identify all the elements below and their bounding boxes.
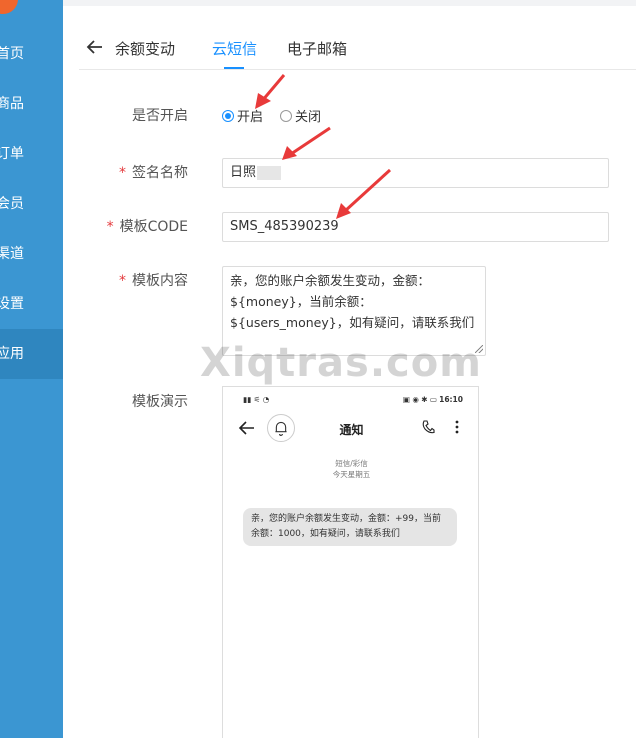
message-date: 今天星期五: [332, 470, 371, 479]
sidebar-item-label: 设置: [0, 296, 24, 312]
radio-dot: [280, 109, 292, 122]
sidebar-item-orders[interactable]: 订单: [0, 129, 63, 179]
signal-icon: ▮▮ ⚟ ◔: [243, 395, 270, 404]
label-text: 模板CODE: [119, 219, 188, 235]
sidebar-item-label: 首页: [0, 46, 24, 62]
phone-call-icon: [422, 420, 435, 434]
input-value: SMS_485390239: [230, 219, 339, 234]
sidebar: 首页 商品 订单 会员 渠道 设置 应用: [0, 0, 63, 738]
battery-icon: ▣ ◉ ✱ ▭: [402, 395, 437, 404]
top-strip: [63, 0, 636, 6]
sidebar-item-label: 会员: [0, 196, 24, 212]
template-code-label: * 模板CODE: [78, 216, 188, 236]
signature-input[interactable]: 日照: [222, 158, 609, 188]
phone-title: 通知: [339, 423, 364, 437]
radio-label: 开启: [237, 110, 264, 125]
phone-preview: ▮▮ ⚟ ◔ ▣ ◉ ✱ ▭ 16:10 通知 短信/彩信 今天星期五 亲，您的…: [222, 386, 479, 738]
template-code-input[interactable]: SMS_485390239: [222, 212, 609, 242]
required-mark: *: [106, 219, 114, 235]
radio-label: 关闭: [295, 110, 322, 125]
signature-label: * 签名名称: [78, 162, 188, 182]
page-header: 余额变动 云短信 电子邮箱: [79, 30, 636, 70]
sidebar-item-settings[interactable]: 设置: [0, 279, 63, 329]
annotation-arrow: [260, 74, 286, 102]
label-text: 签名名称: [132, 165, 188, 181]
annotation-arrow: [290, 126, 331, 156]
back-arrow-icon[interactable]: [85, 37, 105, 57]
more-icon: [455, 420, 459, 434]
radio-dot: [222, 109, 234, 122]
tab-sms[interactable]: 云短信: [212, 38, 257, 59]
status-time: 16:10: [439, 395, 463, 404]
watermark: Xiqtras.com: [200, 340, 482, 386]
sidebar-item-members[interactable]: 会员: [0, 179, 63, 229]
enable-label: 是否开启: [132, 108, 188, 124]
radio-enable-off[interactable]: 关闭: [280, 106, 321, 125]
input-value: 日照: [230, 165, 257, 180]
message-channel: 短信/彩信: [335, 459, 368, 468]
active-tab-indicator: [224, 67, 244, 69]
textarea-value: 亲，您的账户余额发生变动，金额：${money}，当前余额：${users_mo…: [230, 273, 475, 330]
radio-enable-on[interactable]: 开启: [222, 106, 263, 125]
preview-label: 模板演示: [132, 394, 188, 410]
page-title: 余额变动: [115, 40, 176, 58]
tab-email[interactable]: 电子邮箱: [287, 38, 347, 59]
sidebar-item-goods[interactable]: 商品: [0, 79, 63, 129]
message-bubble: 亲，您的账户余额发生变动，金额：+99，当前余额：1000，如有疑问，请联系我们: [243, 508, 457, 546]
sidebar-item-label: 应用: [0, 346, 24, 362]
redacted-text: [257, 165, 282, 180]
template-content-label: * 模板内容: [78, 270, 188, 290]
sidebar-item-label: 渠道: [0, 246, 24, 262]
required-mark: *: [119, 165, 126, 181]
label-text: 模板内容: [132, 273, 188, 289]
sidebar-item-channels[interactable]: 渠道: [0, 229, 63, 279]
sidebar-item-label: 订单: [0, 146, 24, 162]
sidebar-item-label: 商品: [0, 96, 24, 112]
required-mark: *: [119, 273, 126, 289]
logo: [0, 0, 18, 14]
sidebar-item-apps[interactable]: 应用: [0, 329, 63, 379]
sidebar-item-home[interactable]: 首页: [0, 29, 63, 79]
